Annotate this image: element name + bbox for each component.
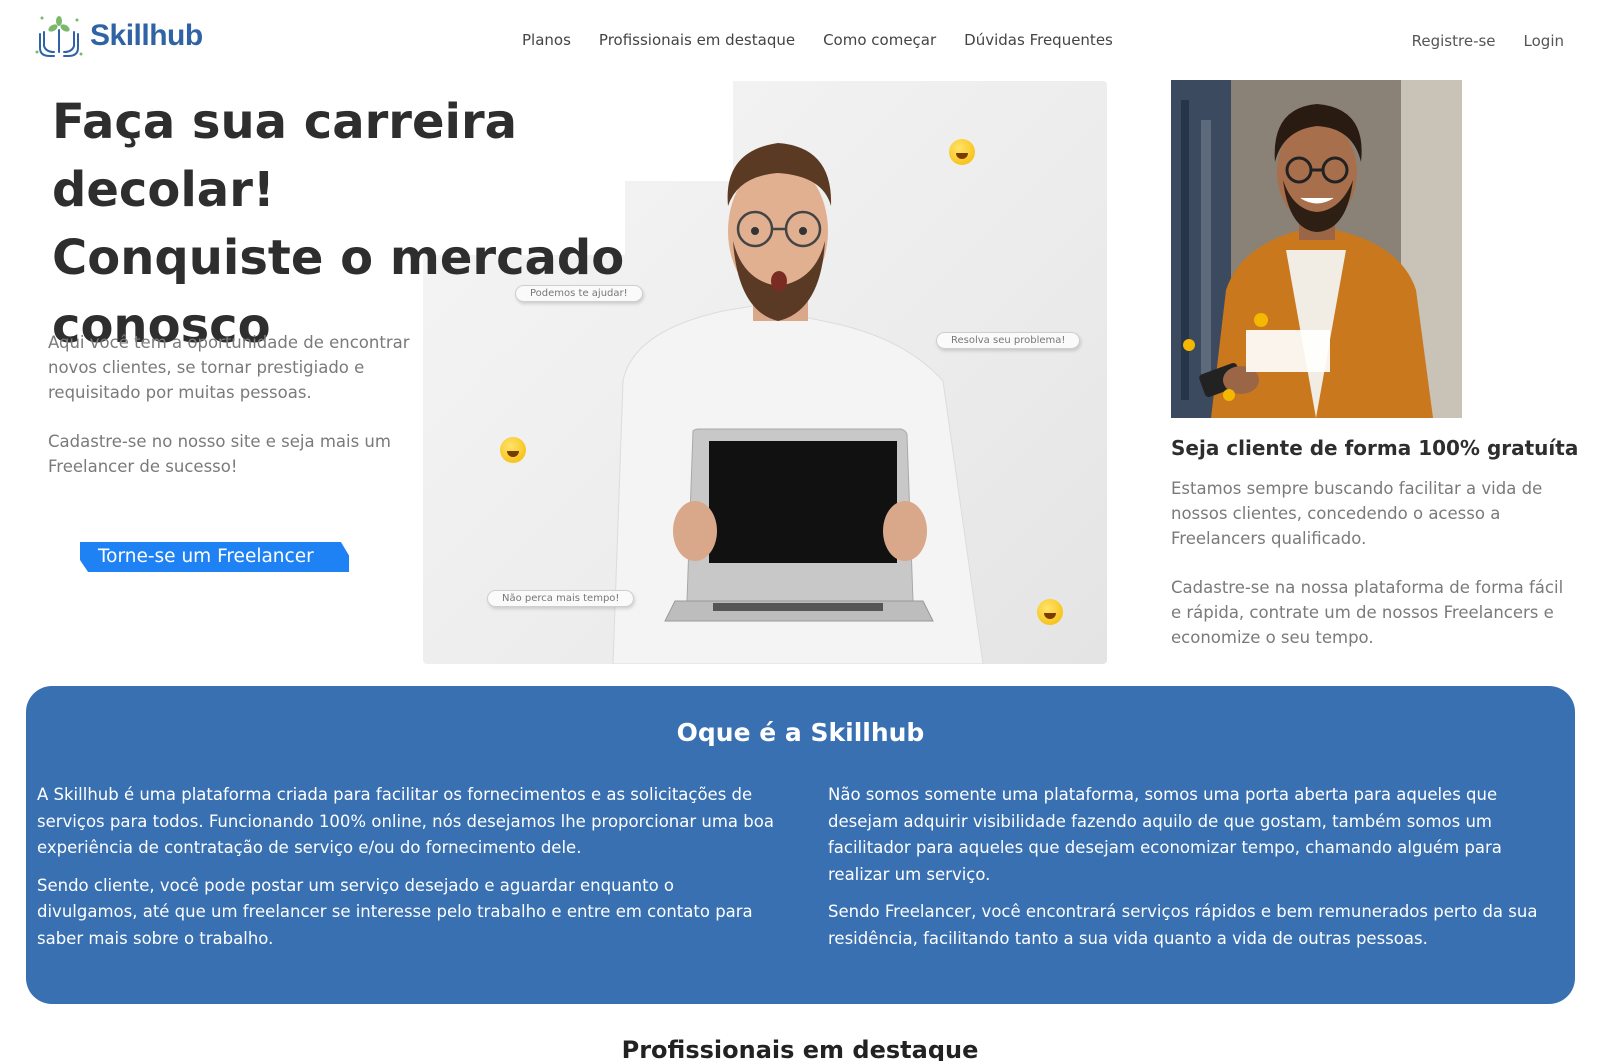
smile-emoji-icon <box>949 139 975 165</box>
client-image <box>1171 80 1462 418</box>
about-left-paragraph-2: Sendo cliente, você pode postar um servi… <box>37 875 753 948</box>
about-title: Oque é a Skillhub <box>676 718 925 747</box>
about-right-paragraph-2: Sendo Freelancer, você encontrará serviç… <box>828 902 1538 948</box>
laughing-emoji-icon <box>1037 599 1063 625</box>
featured-section-title: Profissionais em destaque <box>621 1036 979 1061</box>
hero-title: Faça sua carreira decolar! Conquiste o m… <box>52 88 692 360</box>
client-paragraph-2: Cadastre-se na nossa plataforma de forma… <box>1171 578 1564 647</box>
hero-paragraph-2: Cadastre-se no nosso site e seja mais um… <box>48 432 391 476</box>
auth-links: Registre-se Login <box>1412 32 1564 50</box>
nav-item-duvidas[interactable]: Dúvidas Frequentes <box>964 31 1113 49</box>
about-section: Oque é a Skillhub A Skillhub é uma plata… <box>26 686 1575 1004</box>
hero-title-line-1: Faça sua carreira decolar! <box>52 94 518 218</box>
login-link[interactable]: Login <box>1524 32 1564 50</box>
client-title: Seja cliente de forma 100% gratuíta <box>1171 436 1579 460</box>
star-eyes-emoji-icon <box>500 437 526 463</box>
client-paragraph-1: Estamos sempre buscando facilitar a vida… <box>1171 479 1543 548</box>
main-nav: Planos Profissionais em destaque Como co… <box>522 31 1113 49</box>
about-right-paragraph-1: Não somos somente uma plataforma, somos … <box>828 785 1502 884</box>
become-freelancer-button[interactable]: Torne-se um Freelancer <box>80 542 349 572</box>
nav-item-planos[interactable]: Planos <box>522 31 571 49</box>
hands-plant-logo-icon <box>35 16 83 57</box>
hero-title-line-2: Conquiste o mercado <box>52 230 625 286</box>
brand-name: Skillhub <box>90 19 203 52</box>
register-link[interactable]: Registre-se <box>1412 32 1496 50</box>
hero-paragraph-1: Aqui você tem a oportunidade de encontra… <box>48 333 410 402</box>
smiling-man-phone-illustration <box>1171 80 1462 418</box>
nav-item-como-comecar[interactable]: Como começar <box>823 31 936 49</box>
about-column-left: A Skillhub é uma plataforma criada para … <box>37 782 777 963</box>
speech-bubble-time: Não perca mais tempo! <box>487 590 635 607</box>
brand-logo[interactable]: Skillhub <box>34 12 203 60</box>
speech-bubble-solve: Resolva seu problema! <box>936 332 1081 349</box>
about-column-right: Não somos somente uma plataforma, somos … <box>828 782 1568 963</box>
nav-item-profissionais[interactable]: Profissionais em destaque <box>599 31 795 49</box>
about-left-paragraph-1: A Skillhub é uma plataforma criada para … <box>37 785 774 857</box>
